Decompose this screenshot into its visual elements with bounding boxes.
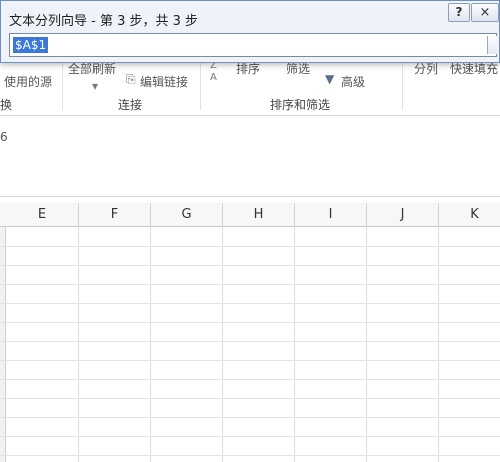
advanced-filter-button[interactable]: 高级 [341, 73, 365, 90]
grid-line [0, 360, 500, 361]
range-input[interactable]: $A$1 [13, 37, 49, 53]
column-header-g[interactable]: G [151, 203, 223, 227]
grid-line [0, 417, 500, 418]
edit-links-icon: ⎘ [126, 72, 136, 86]
grid-line [0, 284, 500, 285]
group-label-convert: 换 [0, 98, 13, 112]
close-button[interactable]: × [471, 3, 499, 22]
grid-line [0, 246, 500, 247]
grid-line [78, 227, 79, 462]
spreadsheet-grid[interactable]: E F G H I J K [0, 203, 500, 462]
grid-line [0, 436, 500, 437]
grid-line [0, 379, 500, 380]
column-header-f[interactable]: F [79, 203, 151, 227]
grid-line [0, 455, 500, 456]
chevron-down-icon[interactable]: ▾ [92, 80, 98, 92]
grid-line [366, 227, 367, 462]
column-header-e[interactable]: E [6, 203, 79, 227]
dialog-title: 文本分列向导 - 第 3 步，共 3 步 [9, 14, 199, 29]
use-source-label[interactable]: 使用的源 [4, 73, 52, 90]
grid-line [0, 322, 500, 323]
sort-icon-bottom: A [210, 72, 217, 83]
ribbon-separator [402, 58, 403, 110]
grid-line [150, 227, 151, 462]
sort-az-icon[interactable]: Z A [210, 60, 217, 84]
cell-area[interactable] [0, 227, 500, 462]
expand-dialog-button[interactable] [487, 36, 497, 54]
group-label-connections: 连接 [118, 98, 143, 112]
column-header-row: E F G H I J K [0, 203, 500, 227]
range-field[interactable]: $A$1 [9, 33, 497, 57]
grid-line [0, 341, 500, 342]
partial-text: 6 [0, 130, 8, 144]
advanced-filter-icon: ▼ [325, 72, 335, 86]
text-to-columns-dialog: 文本分列向导 - 第 3 步，共 3 步 ? × $A$1 [0, 0, 500, 63]
ribbon-separator [200, 58, 201, 110]
grid-line [0, 398, 500, 399]
formula-area: 6 [0, 117, 500, 197]
group-label-sort-filter: 排序和筛选 [270, 98, 331, 112]
grid-line [222, 227, 223, 462]
help-button[interactable]: ? [448, 3, 470, 22]
grid-line [294, 227, 295, 462]
column-header-k[interactable]: K [439, 203, 500, 227]
grid-line [0, 303, 500, 304]
ribbon-separator [62, 58, 63, 110]
edit-links-button[interactable]: 编辑链接 [140, 73, 188, 90]
grid-line [438, 227, 439, 462]
column-header-h[interactable]: H [223, 203, 295, 227]
column-header-j[interactable]: J [367, 203, 439, 227]
grid-line [0, 265, 500, 266]
column-header-i[interactable]: I [295, 203, 367, 227]
